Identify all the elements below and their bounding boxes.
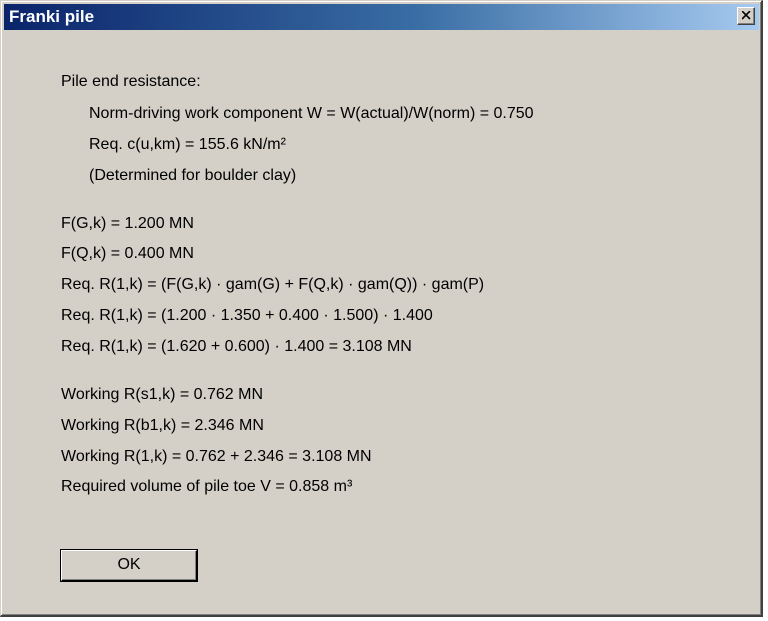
heading-pile-end-resistance: Pile end resistance: (61, 73, 201, 90)
dialog-content: Pile end resistance: Norm-driving work c… (1, 1, 761, 611)
required-volume-line: Required volume of pile toe V = 0.858 m³ (61, 478, 353, 495)
determined-line: (Determined for boulder clay) (89, 167, 297, 184)
req-r1-substituted-line: Req. R(1,k) = (1.200 · 1.350 + 0.400 · 1… (61, 307, 433, 324)
req-c-line: Req. c(u,km) = 155.6 kN/m² (89, 136, 286, 153)
working-rb1-line: Working R(b1,k) = 2.346 MN (61, 417, 264, 434)
fg-line: F(G,k) = 1.200 MN (61, 215, 194, 232)
req-r1-formula-line: Req. R(1,k) = (F(G,k) · gam(G) + F(Q,k) … (61, 276, 485, 293)
req-r1-result-line: Req. R(1,k) = (1.620 + 0.600) · 1.400 = … (61, 338, 412, 355)
fq-line: F(Q,k) = 0.400 MN (61, 245, 194, 262)
dialog-window: Franki pile Pile end resistance: Norm-dr… (0, 0, 763, 617)
working-r1-line: Working R(1,k) = 0.762 + 2.346 = 3.108 M… (61, 448, 372, 465)
ok-button[interactable]: OK (60, 549, 198, 582)
working-rs1-line: Working R(s1,k) = 0.762 MN (61, 386, 263, 403)
norm-driving-work-line: Norm-driving work component W = W(actual… (89, 105, 534, 122)
